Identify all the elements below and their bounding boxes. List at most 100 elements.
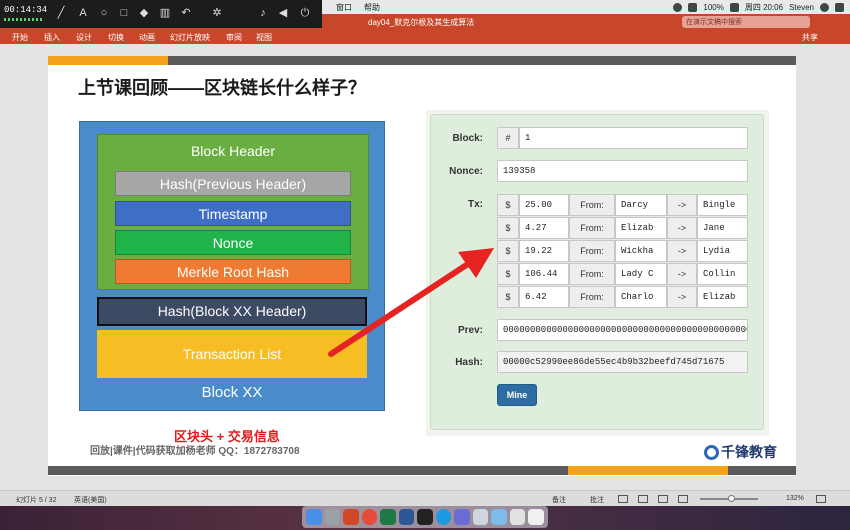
nonce-row: Nonce [115,230,351,255]
trash-icon[interactable]: ▥ [158,6,172,20]
blockchain-demo-panel: Block: # 1 Nonce: 139358 Tx: $ 25.00 Fro… [426,110,769,436]
reading-view-icon[interactable] [658,495,668,503]
prev-hash-row: Hash(Previous Header) [115,171,351,196]
tx-from-label: From: [569,217,615,239]
tx-amount-input[interactable]: 4.27 [519,217,569,239]
menu-help[interactable]: 帮助 [364,2,380,13]
macos-dock [302,506,548,528]
safari-icon[interactable] [435,509,452,525]
tx-from-input[interactable]: Charlo [615,286,667,308]
mine-button[interactable]: Mine [497,384,537,406]
power-icon[interactable]: ⏻ [298,6,312,20]
share-button[interactable]: 共享 [802,32,818,43]
menubar-user[interactable]: Steven [789,3,814,12]
slide-workspace: 上节课回顾——区块链长什么样子？ Block Header Hash(Previ… [0,44,850,490]
ribbon-tabs: 开始 插入 设计 切换 动画 幻灯片放映 审阅 视图 共享 [0,30,850,44]
menubar-clock[interactable]: 周四 20:06 [745,2,783,13]
tab-slideshow[interactable]: 幻灯片放映 [170,32,210,43]
tab-view[interactable]: 视图 [256,32,272,43]
tab-home[interactable]: 开始 [12,32,28,43]
folder-icon[interactable] [472,509,489,525]
tx-from-input[interactable]: Darcy [615,194,667,216]
word-icon[interactable] [398,509,415,525]
pen-tool-icon[interactable]: ╱ [54,6,68,20]
merkle-root-row: Merkle Root Hash [115,259,351,284]
volume-icon[interactable] [688,3,698,12]
block-number-input[interactable]: 1 [519,127,748,149]
tx-amount-input[interactable]: 106.44 [519,263,569,285]
screen-recorder-toolbar: 00:14:34 ╱ A ○ □ ◆ ▥ ↶ ✲ ♪ ◀ ⏻ [0,0,322,28]
search-icon[interactable] [820,3,829,12]
speaker-icon[interactable]: ◀ [276,6,290,20]
block-header-box: Block Header Hash(Previous Header) Times… [97,134,369,290]
tab-review[interactable]: 审阅 [226,32,242,43]
document-icon[interactable] [509,509,526,525]
tx-arrow: -> [667,217,697,239]
rectangle-tool-icon[interactable]: □ [117,6,131,20]
slideshow-view-icon[interactable] [678,495,688,503]
tx-label: Tx: [468,199,483,210]
block-card: Block: # 1 Nonce: 139358 Tx: $ 25.00 Fro… [430,114,764,430]
menu-window[interactable]: 窗口 [336,2,352,13]
downloads-icon[interactable] [491,509,507,525]
tx-currency: $ [497,286,519,308]
battery-icon[interactable] [729,3,739,12]
tx-amount-input[interactable]: 25.00 [519,194,569,216]
slide-sorter-icon[interactable] [638,495,648,503]
tx-to-input[interactable]: Jane [697,217,748,239]
normal-view-icon[interactable] [618,495,628,503]
tab-design[interactable]: 设计 [76,32,92,43]
tx-from-input[interactable]: Wickha [615,240,667,262]
tab-transitions[interactable]: 切换 [108,32,124,43]
launchpad-icon[interactable] [324,509,341,525]
timestamp-row: Timestamp [115,201,351,226]
status-bar: 幻灯片 5 / 32 英语(美国) 备注 批注 132% [0,490,850,506]
chrome-icon[interactable] [361,509,378,525]
nonce-label: Nonce: [449,166,483,177]
recording-timer: 00:14:34 [4,5,48,15]
tx-amount-input[interactable]: 6.42 [519,286,569,308]
control-center-icon[interactable] [835,3,844,12]
trash-icon[interactable] [528,509,544,525]
wifi-icon[interactable] [673,3,683,12]
tx-to-input[interactable]: Bingle [697,194,748,216]
brand-logo: 千锋教育 [704,442,777,462]
tx-amount-input[interactable]: 19.22 [519,240,569,262]
tab-insert[interactable]: 插入 [44,32,60,43]
block-hash-row: Hash(Block XX Header) [97,297,367,326]
fit-to-window-icon[interactable] [816,495,826,503]
tx-arrow: -> [667,286,697,308]
circle-tool-icon[interactable]: ○ [97,6,111,20]
prev-label: Prev: [457,325,483,336]
settings-icon[interactable]: ✲ [210,6,224,20]
undo-icon[interactable]: ↶ [179,6,193,20]
microphone-icon[interactable]: ♪ [256,6,270,20]
tx-from-input[interactable]: Lady C [615,263,667,285]
text-tool-icon[interactable]: A [76,6,90,20]
zoom-slider-handle[interactable] [728,495,735,502]
zoom-level[interactable]: 132% [786,495,804,502]
tab-animations[interactable]: 动画 [139,32,155,43]
app-icon[interactable] [454,509,470,525]
qq-icon[interactable] [417,509,433,525]
tx-from-label: From: [569,286,615,308]
nonce-input[interactable]: 139358 [497,160,748,182]
block-prefix: # [497,127,519,149]
notes-button[interactable]: 备注 [552,495,566,505]
hash-label: Hash: [455,357,483,368]
bottom-band-accent [568,466,728,475]
tx-to-input[interactable]: Collin [697,263,748,285]
tx-from-input[interactable]: Elizab [615,217,667,239]
prev-hash-input[interactable]: 0000000000000000000000000000000000000000… [497,319,748,341]
excel-icon[interactable] [380,509,396,525]
eraser-icon[interactable]: ◆ [137,6,151,20]
comments-button[interactable]: 批注 [590,495,604,505]
powerpoint-icon[interactable] [343,509,359,525]
language-indicator[interactable]: 英语(美国) [74,495,107,505]
block-header-title: Block Header [190,143,276,159]
slide-canvas[interactable]: 上节课回顾——区块链长什么样子？ Block Header Hash(Previ… [48,56,796,476]
tx-to-input[interactable]: Elizab [697,286,748,308]
search-input[interactable]: 在演示文稿中搜索 [682,16,810,28]
tx-to-input[interactable]: Lydia [697,240,748,262]
finder-icon[interactable] [306,509,322,525]
